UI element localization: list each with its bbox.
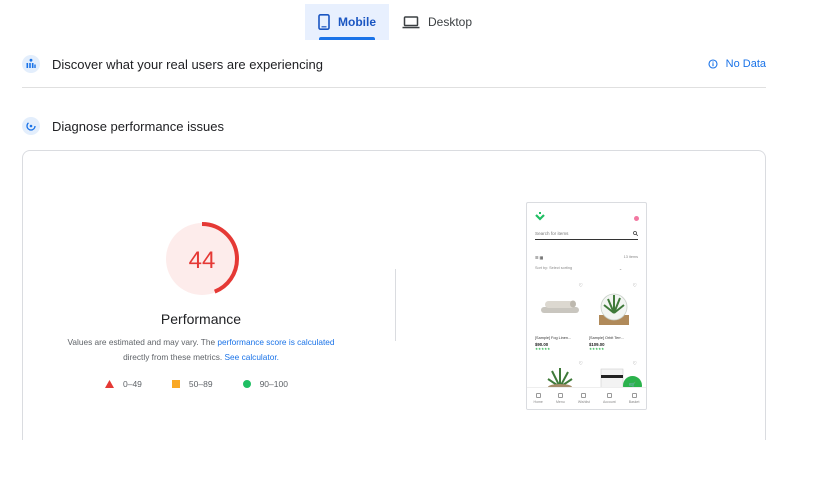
users-icon — [22, 55, 40, 73]
product-card-1: ♡ [Sample] Fog Linen... $90.00 ★★★★★ — [535, 283, 585, 351]
desc-text-2: directly from these metrics. — [123, 352, 225, 362]
nav-wishlist: Wishlist — [578, 393, 590, 404]
screenshot-search-placeholder: Search for items — [535, 231, 569, 236]
heart-icon: ♡ — [578, 283, 583, 289]
performance-card: 44 Performance Values are estimated and … — [22, 150, 766, 440]
legend-average: 50–89 — [171, 379, 213, 389]
card-divider — [395, 269, 396, 341]
diagnose-icon — [22, 117, 40, 135]
heart-icon: ♡ — [632, 283, 637, 289]
heart-icon: ♡ — [632, 361, 637, 367]
nav-home: Home — [534, 393, 543, 404]
product-image — [547, 368, 573, 390]
field-data-section: Discover what your real users are experi… — [22, 52, 766, 76]
device-tabs: Mobile Desktop — [305, 4, 485, 40]
tab-mobile-label: Mobile — [338, 15, 376, 29]
product-rating: ★★★★★ — [589, 347, 605, 351]
nav-account: Account — [603, 393, 616, 404]
info-icon — [708, 59, 718, 69]
tab-mobile[interactable]: Mobile — [305, 4, 389, 40]
laptop-icon — [402, 15, 420, 28]
product-card-3: ♡ — [535, 361, 585, 390]
see-calculator-link[interactable]: See calculator. — [225, 352, 279, 362]
chevron-down-icon: ⌄ — [618, 267, 622, 271]
logo-icon — [535, 212, 545, 221]
field-data-title: Discover what your real users are experi… — [52, 56, 323, 72]
items-count: 13 items — [623, 255, 638, 259]
nav-basket: Basket — [629, 393, 639, 404]
screenshot-bottom-nav: Home Menu Wishlist Account Basket — [527, 387, 646, 409]
page-screenshot[interactable]: Search for items ☰ ▦ 13 items Sort by: S… — [526, 202, 647, 410]
search-icon — [633, 231, 638, 236]
product-name: [Sample] Orbit Terr... — [589, 336, 624, 340]
product-image — [541, 300, 579, 313]
product-name: [Sample] Fog Linen... — [535, 336, 572, 340]
performance-gauge[interactable]: 44 — [163, 220, 241, 298]
lab-data-section: Diagnose performance issues — [22, 114, 766, 138]
product-image — [599, 293, 629, 325]
no-data-label: No Data — [725, 58, 766, 70]
tab-desktop-label: Desktop — [428, 15, 473, 29]
legend-average-range: 50–89 — [188, 379, 213, 389]
sort-select: Sort by: Select sorting — [535, 266, 573, 270]
product-rating: ★★★★★ — [535, 347, 551, 351]
triangle-icon — [105, 380, 114, 388]
performance-label: Performance — [160, 311, 242, 327]
square-icon — [171, 380, 180, 388]
score-legend: 0–49 50–89 90–100 — [105, 379, 318, 389]
view-toggle-icon: ☰ ▦ — [535, 256, 544, 260]
legend-fail: 0–49 — [105, 379, 142, 389]
desc-text-1: Values are estimated and may vary. The — [67, 337, 218, 347]
circle-icon — [242, 380, 251, 388]
section-divider — [22, 87, 766, 88]
nav-menu: Menu — [556, 393, 565, 404]
tab-desktop[interactable]: Desktop — [389, 4, 485, 40]
legend-fail-range: 0–49 — [123, 379, 142, 389]
performance-description: Values are estimated and may vary. The p… — [49, 335, 353, 365]
screenshot-search: Search for items — [535, 228, 638, 240]
lab-data-title: Diagnose performance issues — [52, 118, 224, 134]
no-data-status[interactable]: No Data — [708, 58, 766, 70]
legend-pass: 90–100 — [242, 379, 288, 389]
product-card-2: ♡ [Sample] Orbit Terr... $109.00 ★★★★★ — [589, 283, 639, 351]
score-calc-link[interactable]: performance score is calculated — [217, 337, 334, 347]
smartphone-icon — [318, 14, 330, 30]
heart-icon: ♡ — [578, 361, 583, 367]
score-value: 44 — [189, 247, 216, 274]
cart-badge-icon — [634, 216, 639, 221]
legend-pass-range: 90–100 — [259, 379, 288, 389]
